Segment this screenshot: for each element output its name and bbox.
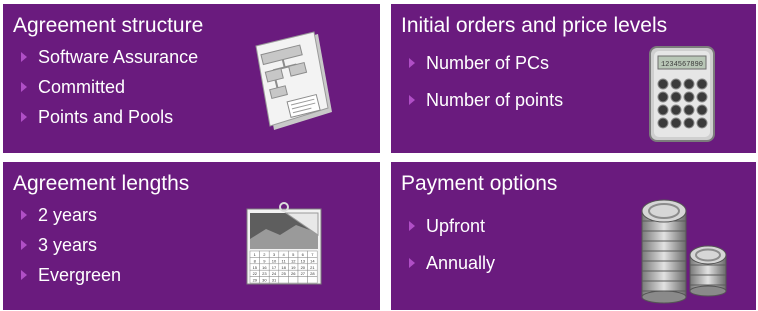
list-item-label: Evergreen: [38, 265, 122, 285]
list-item: Committed: [17, 76, 198, 98]
panel-title: Payment options: [401, 172, 558, 195]
list-item-label: Annually: [426, 253, 496, 273]
calendar-day: 21: [310, 265, 315, 270]
list-item: Evergreen: [17, 264, 121, 286]
triangle-bullet-icon: [409, 95, 415, 105]
list-item: Points and Pools: [17, 106, 198, 128]
panel-title: Agreement lengths: [13, 172, 190, 195]
list-item-label: Number of PCs: [426, 53, 550, 73]
calendar-day: 20: [301, 265, 306, 270]
list-item: Software Assurance: [17, 46, 198, 68]
list-item: Upfront: [405, 215, 495, 237]
calendar-day: 31: [272, 278, 277, 283]
list-item-label: Committed: [38, 77, 126, 97]
bullet-list: 2 years 3 years Evergreen: [17, 204, 121, 294]
triangle-bullet-icon: [409, 58, 415, 68]
list-item-label: Points and Pools: [38, 107, 174, 127]
bullet-list: Upfront Annually: [405, 215, 495, 289]
calendar-day: 13: [301, 258, 306, 263]
calendar-cell: [297, 276, 308, 284]
triangle-bullet-icon: [409, 221, 415, 231]
calendar-day: 18: [281, 265, 286, 270]
calendar-icon: 1 2 3 4 5 6 78 9 10 11 12 13 1415 16 17 18 19 20 2122 23 24 2…: [246, 202, 322, 285]
calendar-day: 16: [262, 265, 267, 270]
triangle-bullet-icon: [21, 82, 27, 92]
calculator-icon: 1234567890: [649, 46, 715, 142]
bullet-list: Number of PCs Number of points: [405, 52, 563, 126]
panel-payment-options: Payment options Upfront Annually: [391, 162, 756, 310]
list-item: 2 years: [17, 204, 121, 226]
panel-initial-orders: Initial orders and price levels Number o…: [391, 4, 756, 153]
calendar-day: 29: [253, 278, 258, 283]
calendar-day: 24: [272, 271, 277, 276]
calendar-day: 25: [281, 271, 286, 276]
calendar-day: 26: [291, 271, 296, 276]
triangle-bullet-icon: [21, 240, 27, 250]
calendar-day: 28: [310, 271, 315, 276]
list-item: 3 years: [17, 234, 121, 256]
calendar-grid: 1 2 3 4 5 6 78 9 10 11 12 13 1415 16 17 18 19 20 2122 23 24 2…: [249, 250, 318, 284]
panel-title: Agreement structure: [13, 14, 204, 37]
panel-agreement-lengths: Agreement lengths 2 years 3 years Evergr…: [3, 162, 380, 310]
triangle-bullet-icon: [21, 210, 27, 220]
list-item: Number of PCs: [405, 52, 563, 74]
calendar-day: 30: [262, 278, 267, 283]
calendar-cell: [288, 276, 299, 284]
panel-title: Initial orders and price levels: [401, 14, 668, 37]
calendar-day: 10: [272, 258, 277, 263]
calendar-day: 12: [291, 258, 296, 263]
panel-agreement-structure: Agreement structure Software Assurance C…: [3, 4, 380, 153]
calendar-cell: [278, 276, 289, 284]
list-item-label: Number of points: [426, 90, 564, 110]
calendar-day: 17: [272, 265, 277, 270]
calendar-day: 15: [253, 265, 258, 270]
calendar-day: 23: [262, 271, 267, 276]
triangle-bullet-icon: [409, 258, 415, 268]
list-item-label: 2 years: [38, 205, 98, 225]
triangle-bullet-icon: [21, 270, 27, 280]
calendar-day: 27: [301, 271, 306, 276]
list-item: Annually: [405, 252, 495, 274]
list-item: Number of points: [405, 89, 563, 111]
calculator-display: 1234567890: [661, 61, 703, 69]
calendar-day: 19: [291, 265, 296, 270]
triangle-bullet-icon: [21, 52, 27, 62]
calendar-day: 22: [253, 271, 258, 276]
triangle-bullet-icon: [21, 112, 27, 122]
list-item-label: Upfront: [426, 216, 486, 236]
list-item-label: 3 years: [38, 235, 98, 255]
calendar-cell: [307, 276, 318, 284]
bullet-list: Software Assurance Committed Points and …: [17, 46, 198, 136]
list-item-label: Software Assurance: [38, 47, 199, 67]
document-diagram-icon: [255, 31, 332, 130]
calendar-day: 14: [310, 258, 315, 263]
coin-stacks-icon: [641, 199, 727, 304]
